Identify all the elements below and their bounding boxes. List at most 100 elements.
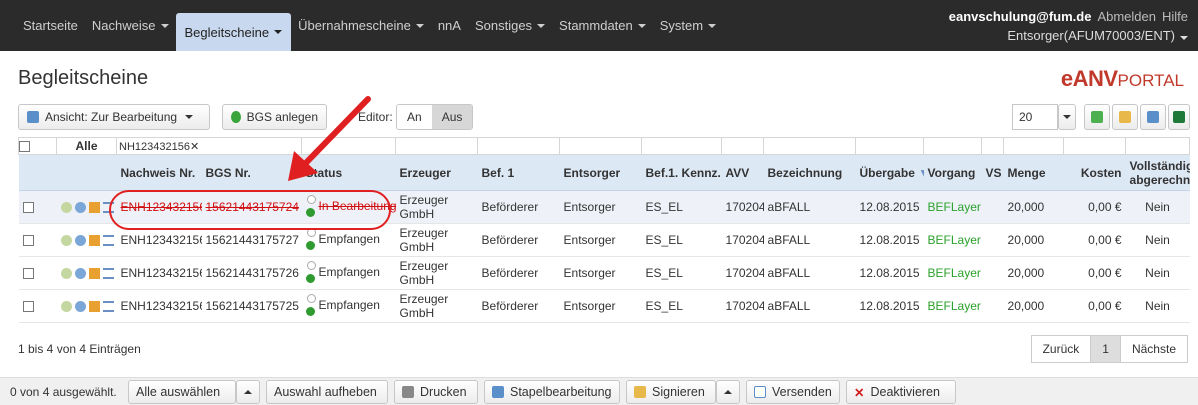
select-arrow-button[interactable] [1058,104,1076,130]
search-icon[interactable] [74,235,86,247]
col-menge[interactable]: Menge [1003,154,1064,191]
refresh-button[interactable] [1084,104,1110,130]
list-icon[interactable] [102,268,114,280]
cell-bef1: Beförderer [477,289,560,323]
send-button[interactable]: Versenden [746,380,840,404]
notes-button[interactable] [1112,104,1138,130]
view-dropdown[interactable]: Ansicht: Zur Bearbeitung [18,104,210,130]
clear-selection-button[interactable]: Auswahl aufheben [266,380,388,404]
filter-cell[interactable] [763,137,857,155]
page-1-button[interactable]: 1 [1090,335,1121,363]
search-icon[interactable] [74,301,86,313]
filter-all[interactable]: Alle [56,137,117,155]
filter-cell[interactable] [477,137,561,155]
search-icon[interactable] [74,268,86,280]
col-bef1[interactable]: Bef. 1 [477,154,560,191]
filter-cell[interactable] [1063,137,1127,155]
pagination: Zurück 1 Nächste [1030,335,1188,363]
select-all-button[interactable]: Alle auswählen [128,380,236,404]
next-page-button[interactable]: Nächste [1119,335,1188,363]
list-icon[interactable] [102,235,114,247]
nav-nna[interactable]: nnA [431,7,468,45]
clear-filter-icon[interactable]: ✕ [190,141,199,153]
forward-icon[interactable] [60,202,72,214]
sign-dropdown[interactable] [716,380,740,404]
traffic-light-icon [305,294,316,318]
deactivate-button[interactable]: ✕ Deaktivieren [846,380,956,404]
nav-uebernahmescheine[interactable]: Übernahmescheine [291,7,431,45]
nav-begleitscheine[interactable]: Begleitscheine [175,13,292,51]
col-kosten[interactable]: Kosten [1063,154,1126,191]
nav-startseite[interactable]: Startseite [16,7,85,45]
forward-icon[interactable] [60,235,72,247]
cell-status: Empfangen [301,289,396,323]
cell-menge: 20,000 [1003,289,1064,323]
editor-off-button[interactable]: Aus [431,105,473,129]
cell-uebergabe: 12.08.2015 [855,289,924,323]
org-selector[interactable]: Entsorger(AFUM70003/ENT) [949,26,1188,45]
row-checkbox[interactable] [22,235,34,247]
logout-link[interactable]: Abmelden [1097,9,1156,24]
cell-erzeuger: Erzeuger GmbH [395,190,478,224]
filter-cell[interactable] [559,137,643,155]
batch-edit-button[interactable]: Stapelbearbeitung [484,380,620,404]
page-size-select[interactable]: 20 [1012,104,1058,130]
prev-page-button[interactable]: Zurück [1030,335,1092,363]
col-vs[interactable]: VS [981,154,1004,191]
list-icon[interactable] [102,301,114,313]
filter-nachweis-input[interactable]: NH123432156✕ [115,137,303,155]
nav-stammdaten[interactable]: Stammdaten [552,7,653,45]
table-row[interactable]: ENH123432156 15621443175725 Empfangen Erzeu… [18,289,1190,323]
print-view-button[interactable] [1140,104,1166,130]
notes-icon [1119,111,1131,123]
pencil-icon[interactable] [88,235,100,247]
filter-cell[interactable] [1125,137,1191,155]
nav-sonstiges[interactable]: Sonstiges [468,7,552,45]
cell-avv: 170204 [721,223,764,257]
forward-icon[interactable] [60,268,72,280]
pencil-icon[interactable] [88,202,100,214]
filter-cell[interactable] [923,137,983,155]
editor-on-button[interactable]: An [397,105,432,129]
pencil-icon[interactable] [88,301,100,313]
caret-down-icon [415,23,424,28]
help-link[interactable]: Hilfe [1162,9,1188,24]
select-all-dropdown[interactable] [236,380,260,404]
filter-checkbox-cell [18,137,57,155]
sign-button[interactable]: Signieren [626,380,716,404]
col-uebergabe[interactable]: Übergabe ▼ [855,154,924,191]
select-all-checkbox[interactable] [19,141,30,153]
row-checkbox[interactable] [22,202,34,214]
print-button[interactable]: Drucken [394,380,478,404]
col-entsorger[interactable]: Entsorger [559,154,642,191]
filter-cell[interactable] [721,137,765,155]
row-checkbox[interactable] [22,268,34,280]
cell-vs [981,256,1004,290]
row-checkbox[interactable] [22,301,34,313]
forward-icon[interactable] [60,301,72,313]
filter-cell[interactable] [395,137,479,155]
cell-kennz: ES_EL [641,256,722,290]
col-kennz[interactable]: Bef.1. Kennz. [641,154,722,191]
search-icon[interactable] [74,202,86,214]
col-nachweis[interactable]: Nachweis Nr. [116,154,202,191]
excel-export-button[interactable] [1168,104,1190,130]
col-erzeuger[interactable]: Erzeuger [395,154,478,191]
cell-vs [981,190,1004,224]
cell-vorgang: BEFLayer [923,190,982,224]
entries-info: 1 bis 4 von 4 Einträgen [18,342,141,356]
filter-cell[interactable] [981,137,1005,155]
col-abgerechnet[interactable]: Vollständig abgerechnet [1125,154,1190,191]
col-avv[interactable]: AVV [721,154,764,191]
col-bezeichnung[interactable]: Bezeichnung [763,154,856,191]
cell-vorgang: BEFLayer [923,289,982,323]
nav-system[interactable]: System [653,7,723,45]
caret-up-icon [724,390,732,394]
filter-cell[interactable] [1003,137,1065,155]
table-row[interactable]: ENH123432156 15621443175726 Empfangen Erzeu… [18,256,1190,290]
pencil-icon[interactable] [88,268,100,280]
col-vorgang[interactable]: Vorgang [923,154,982,191]
filter-cell[interactable] [855,137,925,155]
nav-nachweise[interactable]: Nachweise [85,7,176,45]
filter-cell[interactable] [641,137,723,155]
